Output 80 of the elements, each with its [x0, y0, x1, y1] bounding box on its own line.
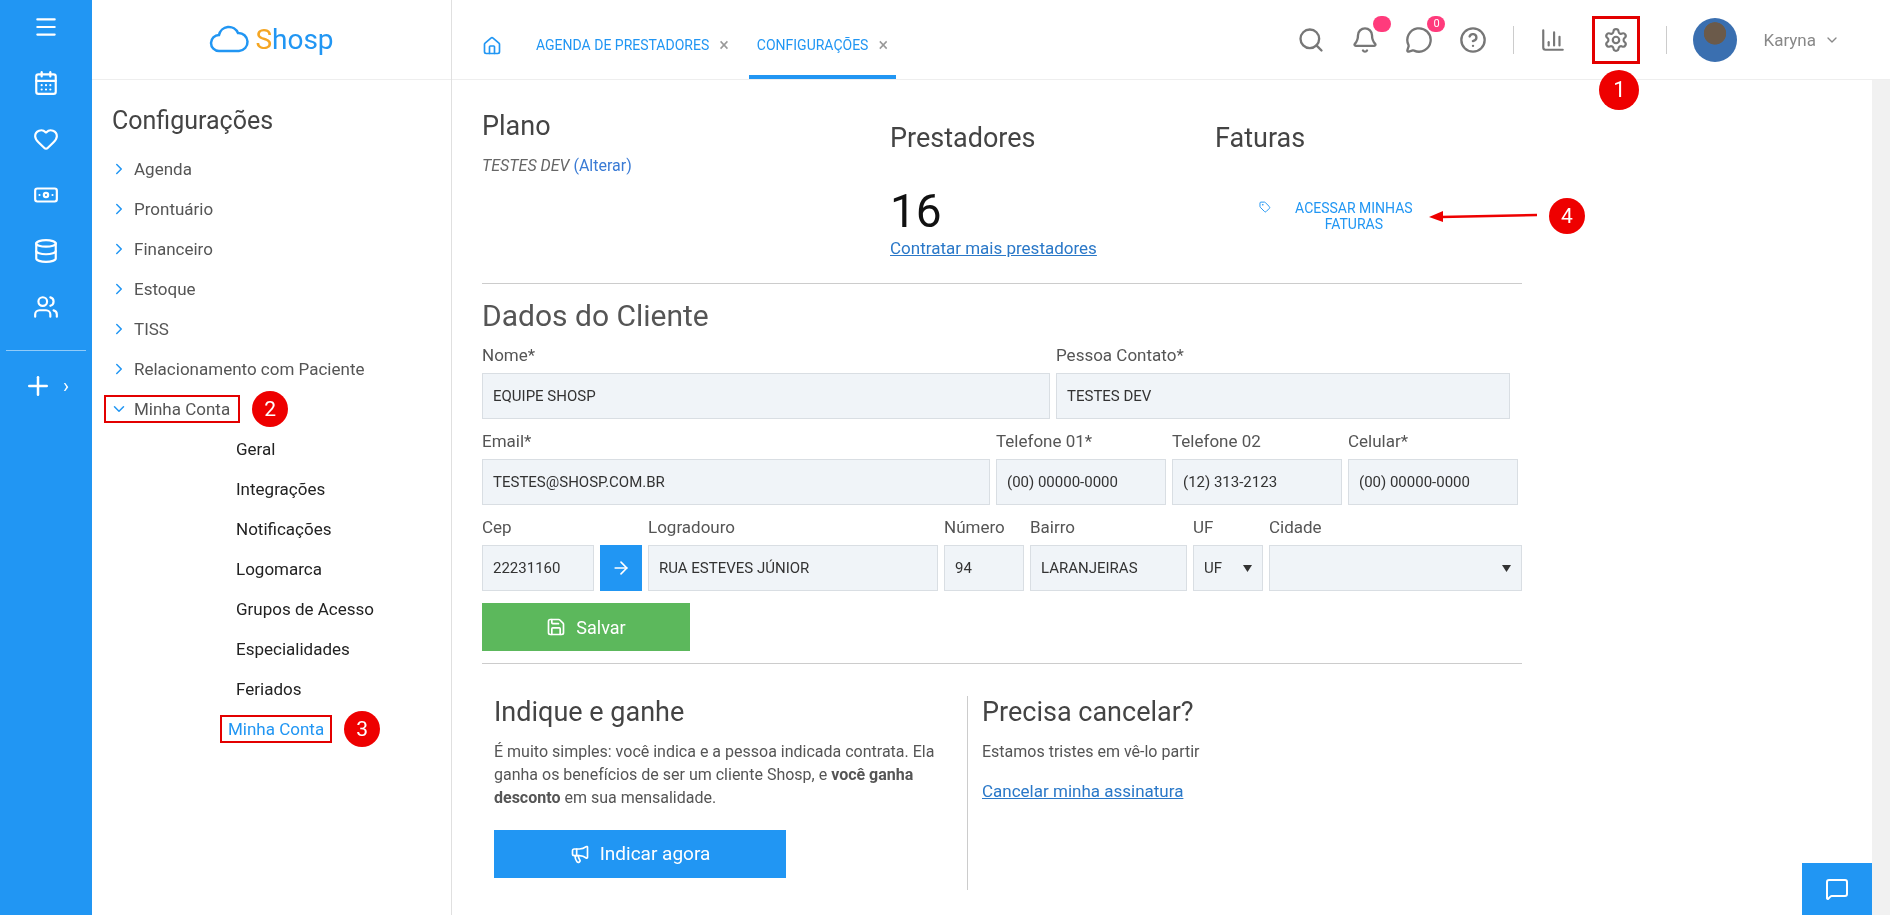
input-field[interactable]: (12) 313-2123	[1172, 459, 1342, 505]
sidebar-subitem[interactable]: Especialidades	[228, 635, 358, 663]
sidebar-item[interactable]: Prontuário	[104, 195, 224, 223]
provider-count: 16	[890, 184, 943, 238]
user-menu[interactable]: Karyna	[1763, 29, 1840, 50]
field-label: Email*	[482, 431, 533, 451]
chat-button[interactable]	[1802, 863, 1872, 915]
invoices-title: Faturas	[1215, 122, 1307, 154]
field-label: Bairro	[1030, 517, 1077, 537]
sidebar-subitem[interactable]: Notificações	[228, 515, 340, 543]
sidebar-subitem[interactable]: Feriados	[228, 675, 310, 703]
input-field[interactable]: 22231160	[482, 545, 594, 591]
sidebar-subitem[interactable]: Geral	[228, 435, 284, 463]
input-field[interactable]: TESTES@SHOSP.COM.BR	[482, 459, 990, 505]
field-label: Nome*	[482, 345, 537, 365]
settings-icon	[1603, 26, 1630, 53]
logo-text: Shosp	[255, 23, 334, 56]
field-label: Pessoa Contato*	[1056, 345, 1185, 365]
chart-icon[interactable]	[1540, 26, 1567, 53]
speech-bubble-icon	[1825, 877, 1849, 901]
cancel-text: Estamos tristes em vê-lo partir	[982, 741, 1201, 763]
input-field[interactable]: 94	[944, 545, 1024, 591]
field-label: Número	[944, 517, 1006, 537]
settings-button[interactable]	[1592, 15, 1641, 64]
hire-providers-link[interactable]: Contratar mais prestadores	[890, 238, 1097, 258]
referral-text: É muito simples: você indica e a pessoa indicada contrata. Ela ganha os benefícios de ser um cliente Shosp, e você ganha desconto em sua mensalidade.	[494, 741, 936, 810]
select-field[interactable]	[1269, 545, 1522, 591]
tag-icon	[1259, 200, 1271, 214]
field-label: Celular*	[1348, 431, 1410, 451]
step-badge: 3	[344, 711, 381, 747]
heart-icon[interactable]	[33, 126, 59, 152]
sidebar-item[interactable]: Financeiro	[104, 235, 223, 263]
input-field[interactable]: RUA ESTEVES JÚNIOR	[648, 545, 938, 591]
plan-title: Plano	[482, 110, 552, 142]
field-label: Telefone 02	[1172, 431, 1262, 451]
sidebar-item[interactable]: Estoque	[104, 275, 206, 303]
referral-title: Indique e ganhe	[494, 696, 686, 728]
sidebar-item[interactable]: Agenda	[104, 155, 202, 183]
sidebar-subitem[interactable]: Grupos de Acesso	[228, 595, 382, 623]
input-field[interactable]: (00) 00000-0000	[1348, 459, 1518, 505]
change-plan-link[interactable]: (Alterar)	[573, 156, 632, 175]
help-icon[interactable]	[1459, 25, 1488, 54]
chat-icon[interactable]	[1405, 25, 1434, 54]
plan-name: TESTES DEV	[482, 156, 570, 175]
bell-icon[interactable]	[1351, 25, 1380, 54]
calendar-icon[interactable]	[33, 70, 59, 96]
database-icon[interactable]	[33, 238, 59, 264]
caret-icon	[1243, 564, 1252, 572]
sidebar-item[interactable]: Relacionamento com Paciente	[104, 355, 375, 383]
home-icon[interactable]	[482, 35, 502, 56]
search-icon[interactable]	[1297, 25, 1326, 54]
people-icon[interactable]	[33, 294, 59, 320]
sidebar-item[interactable]: Minha Conta	[104, 395, 241, 423]
field-label: Logradouro	[648, 517, 737, 537]
sidebar-title: Configurações	[111, 105, 275, 137]
megaphone-icon	[569, 843, 590, 864]
step-badge: 2	[252, 391, 289, 427]
cancel-title: Precisa cancelar?	[982, 696, 1195, 728]
sidebar-item[interactable]: TISS	[104, 315, 179, 343]
caret-icon	[1502, 564, 1511, 572]
sidebar-subitem[interactable]: Logomarca	[228, 555, 330, 583]
input-field[interactable]: TESTES DEV	[1056, 373, 1510, 419]
step-badge: 1	[1599, 69, 1640, 110]
arrow-button[interactable]	[600, 545, 642, 591]
cancel-link[interactable]: Cancelar minha assinatura	[982, 781, 1184, 802]
step-badge: 4	[1549, 198, 1585, 234]
select-field[interactable]: UF	[1193, 545, 1263, 591]
section-title: Dados do Cliente	[482, 298, 710, 333]
chat-count: 0	[1427, 15, 1446, 32]
input-field[interactable]: LARANJEIRAS	[1030, 545, 1187, 591]
field-label: Cidade	[1269, 517, 1323, 537]
save-icon	[546, 617, 567, 637]
field-label: Cep	[482, 517, 513, 537]
sidebar-subitem[interactable]: Integrações	[228, 475, 334, 503]
cloud-logo-icon	[209, 24, 250, 55]
input-field[interactable]: EQUIPE SHOSP	[482, 373, 1050, 419]
input-field[interactable]: (00) 00000-0000	[996, 459, 1166, 505]
field-label: Telefone 01*	[996, 431, 1094, 451]
providers-title: Prestadores	[890, 122, 1037, 154]
field-label: UF	[1193, 517, 1215, 537]
